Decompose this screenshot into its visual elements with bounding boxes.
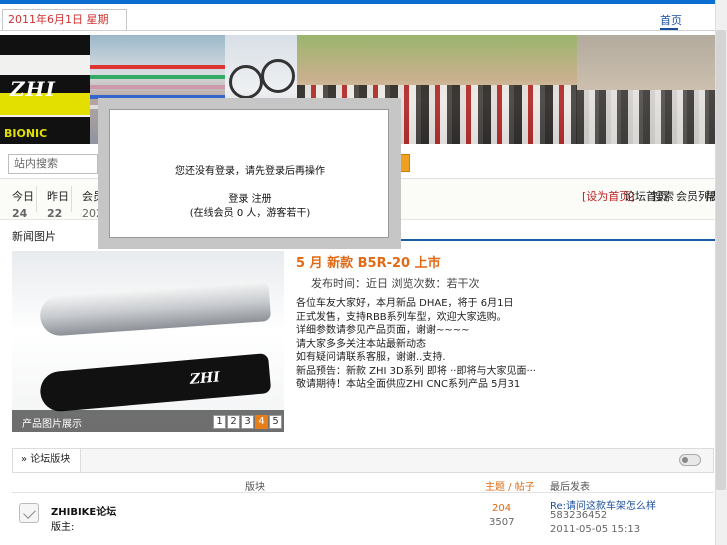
stat-today: 今日 24 (12, 190, 34, 220)
article-line: 新品预告：新款 ZHI 3D系列 即将 ··即将与大家见面··· (296, 365, 536, 377)
scrollbar-thumb[interactable] (716, 30, 726, 490)
image-slider[interactable]: ZHI 产品图片展示 12345 (12, 251, 284, 432)
slider-page-5[interactable]: 5 (269, 415, 282, 429)
lastpost-user: 583236452 (550, 510, 608, 521)
header-divider (0, 30, 715, 31)
column-header-forum: 版块 (245, 482, 265, 493)
article-line: 请大家多多关注本站最新动态 (296, 338, 426, 350)
article-line: 详细参数请参见产品页面，谢谢~~~~ (296, 325, 470, 336)
column-header-lastpost: 最后发表 (550, 482, 590, 493)
home-link[interactable]: 首页 (660, 12, 682, 30)
section-title: 新闻图片 (12, 230, 56, 243)
banner-logo-text: ZHI (10, 77, 56, 101)
forum-section-header: » 论坛版块 (12, 448, 714, 473)
forum-post-count: 3507 (489, 517, 515, 528)
search-input[interactable]: 站内搜索 (8, 154, 98, 174)
article-title[interactable]: 5 月 新款 B5R-20 上市 (296, 252, 441, 271)
envelope-icon (19, 503, 39, 523)
slider-caption-bar: 产品图片展示 12345 (12, 410, 284, 432)
banner-logo-subtext: BIONIC (4, 127, 48, 140)
slider-page-1[interactable]: 1 (213, 415, 226, 429)
slider-page-3[interactable]: 3 (241, 415, 254, 429)
login-popup-body: 您还没有登录，请先登录后再操作 登录 注册 (在线会员 0 人，游客若干) (109, 109, 389, 238)
article-line: 如有疑问请联系客服，谢谢..支持. (296, 352, 446, 363)
article-body: 各位车友大家好，本月新品 DHAE，将于 6月1日 正式发售，支持RBB系列车型… (296, 294, 716, 390)
popup-online-status: (在线会员 0 人，游客若干) (189, 208, 311, 219)
banner-photo-riders (577, 35, 715, 144)
slider-page-2[interactable]: 2 (227, 415, 240, 429)
article-line: 敬请期待！本站全面供应ZHI CNC系列产品 5月31 (296, 379, 521, 390)
slider-page-4[interactable]: 4 (255, 415, 268, 429)
product-image-silver-stem (38, 281, 272, 337)
top-accent-bar (0, 0, 727, 4)
divider (12, 492, 714, 493)
nav-search[interactable]: 搜索 (652, 188, 674, 204)
product-image-black-stem: ZHI (38, 353, 272, 413)
popup-message: 您还没有登录，请先登录后再操作 (175, 166, 325, 177)
login-popup: 您还没有登录，请先登录后再操作 登录 注册 (在线会员 0 人，游客若干) (98, 98, 401, 249)
article-line: 各位车友大家好，本月新品 DHAE，将于 6月1日 (296, 298, 514, 309)
slider-caption: 产品图片展示 (22, 419, 82, 430)
stat-yesterday: 昨日 22 (47, 190, 69, 220)
banner-logo-panel: ZHI BIONIC (0, 35, 90, 144)
article-line: 正式发售，支持RBB系列车型，欢迎大家选购。 (296, 311, 507, 323)
collapse-toggle-icon[interactable] (679, 454, 701, 466)
slider-pager: 12345 (212, 414, 282, 429)
column-header-counts: 主题 / 帖子 (485, 482, 535, 493)
datetime-display: 2011年6月1日 星期三,6:11:32 (2, 9, 127, 46)
forum-tab[interactable]: » 论坛版块 (13, 449, 82, 472)
article-subtitle: 发布时间：近日 浏览次数：若干次 (311, 277, 480, 290)
section-underline (400, 239, 715, 241)
forum-name[interactable]: ZHIBIKE论坛 (51, 503, 116, 518)
popup-login-links[interactable]: 登录 注册 (110, 190, 390, 205)
lastpost-time: 2011-05-05 15:13 (550, 524, 641, 535)
forum-moderator: 版主: (51, 522, 75, 533)
forum-topic-count: 204 (492, 503, 512, 514)
